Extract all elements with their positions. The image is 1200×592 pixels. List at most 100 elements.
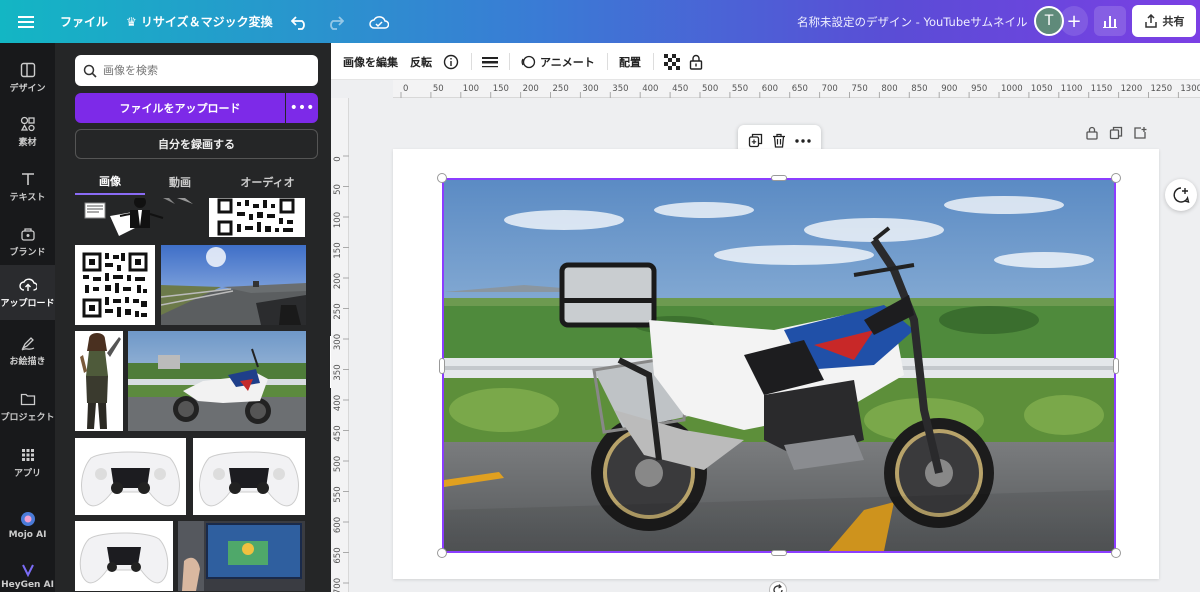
rail-label-uploads: アップロード [0, 298, 55, 309]
animate-button[interactable]: アニメート [520, 43, 595, 80]
plus-icon[interactable]: + [1060, 6, 1088, 36]
resize-handle-top[interactable] [771, 175, 787, 181]
ruler-label: 100 [463, 84, 479, 94]
transparency-icon[interactable] [664, 43, 680, 80]
ruler-label: 150 [493, 84, 509, 94]
cloud-check-icon[interactable] [369, 0, 389, 43]
canvas-area[interactable]: 0 50 100 150 200 250 300 350 400 450 500 550 600 650 7… [331, 80, 1200, 592]
ruler-label: 1200 [1121, 84, 1143, 94]
add-page-icon[interactable] [1133, 126, 1147, 140]
animate-label: アニメート [540, 55, 595, 69]
resize-handle-top-right[interactable] [1111, 173, 1121, 183]
rail-item-mojo-ai[interactable]: Mojo AI [0, 505, 55, 545]
ruler-label: 650 [333, 547, 343, 563]
ruler-label: 100 [333, 212, 343, 228]
rail-item-design[interactable]: デザイン [0, 55, 55, 101]
rotate-icon [773, 584, 783, 592]
ruler-label: 750 [852, 84, 868, 94]
search-box[interactable] [75, 55, 318, 86]
undo-icon[interactable] [291, 0, 309, 43]
rail-item-brand[interactable]: ブランド [0, 219, 55, 265]
rotate-handle[interactable] [769, 581, 787, 592]
info-icon[interactable] [443, 43, 459, 80]
copy-page-icon[interactable] [1109, 126, 1123, 140]
thumbnail-controller-1[interactable] [75, 438, 186, 515]
add-comment-button[interactable] [1165, 179, 1197, 211]
tab-images[interactable]: 画像 [75, 169, 145, 195]
resize-handle-bottom[interactable] [771, 550, 787, 556]
ruler-label: 150 [333, 242, 343, 258]
record-yourself-button[interactable]: 自分を録画する [75, 129, 318, 159]
rail-item-projects[interactable]: プロジェクト [0, 384, 55, 430]
tab-audio[interactable]: オーディオ [220, 169, 315, 195]
lock-icon[interactable] [1085, 126, 1099, 140]
flip-button[interactable]: 反転 [410, 43, 432, 80]
position-button[interactable]: 配置 [619, 43, 641, 80]
heygen-ai-icon [21, 564, 34, 577]
context-toolbar: 画像を編集 反転 アニメート 配置 [331, 43, 1200, 80]
top-bar: ファイル ♛ リサイズ＆マジック変換 名称未設定のデザイン - YouTubeサ… [0, 0, 1200, 43]
edit-image-button[interactable]: 画像を編集 [343, 43, 398, 80]
trash-icon[interactable] [772, 133, 786, 148]
rail-label-mojo-ai: Mojo AI [8, 529, 47, 540]
thumbnail-gaming-monitor[interactable] [178, 521, 305, 591]
motorcycle-photo[interactable] [442, 178, 1116, 553]
thumbnail-controller-3[interactable] [75, 521, 173, 591]
hamburger-icon[interactable] [18, 0, 34, 43]
resize-handle-top-left[interactable] [437, 173, 447, 183]
thumbnail-road-pov[interactable] [161, 245, 306, 325]
ruler-label: 700 [822, 84, 838, 94]
redo-icon[interactable] [326, 0, 344, 43]
rail-item-text[interactable]: テキスト [0, 164, 55, 210]
resize-handle-bottom-left[interactable] [437, 548, 447, 558]
thumbnail-controller-2[interactable] [193, 438, 305, 515]
share-label: 共有 [1162, 15, 1185, 28]
ruler-label: 400 [642, 84, 658, 94]
thumbnail-character[interactable] [75, 331, 123, 431]
ruler-label: 900 [941, 84, 957, 94]
resize-handle-bottom-right[interactable] [1111, 548, 1121, 558]
resize-handle-left[interactable] [439, 358, 445, 374]
ruler-label: 550 [732, 84, 748, 94]
ruler-label: 200 [333, 273, 343, 289]
upload-files-button[interactable]: ファイルをアップロード [75, 93, 285, 123]
ruler-label: 450 [333, 425, 343, 441]
more-horizontal-icon[interactable] [794, 138, 811, 143]
rail-item-elements[interactable]: 素材 [0, 109, 55, 155]
upload-more-button[interactable]: ••• [286, 93, 318, 123]
thumbnail-qr-top[interactable] [209, 198, 305, 237]
rail-item-heygen-ai[interactable]: HeyGen AI [0, 563, 55, 592]
search-icon [83, 64, 97, 78]
ruler-label: 1250 [1151, 84, 1173, 94]
ruler-label: 200 [523, 84, 539, 94]
rail-label-brand: ブランド [9, 248, 46, 258]
duplicate-icon[interactable] [748, 133, 763, 148]
border-style-icon[interactable] [482, 43, 498, 80]
lock-icon[interactable] [689, 43, 703, 80]
bar-chart-icon[interactable] [1094, 6, 1126, 36]
ruler-label: 950 [971, 84, 987, 94]
thumbnail-businessman[interactable] [75, 198, 200, 237]
thumbnail-qr-code[interactable] [75, 245, 155, 325]
rail-item-uploads[interactable]: アップロード [0, 265, 55, 320]
rail-item-draw[interactable]: お絵描き [0, 328, 55, 374]
rail-item-apps[interactable]: アプリ [0, 440, 55, 486]
ruler-label: 650 [792, 84, 808, 94]
document-title[interactable]: 名称未設定のデザイン - YouTubeサムネイル [797, 0, 1028, 43]
search-input[interactable] [103, 64, 303, 77]
tab-videos[interactable]: 動画 [150, 169, 210, 195]
ruler-label: 1050 [1031, 84, 1053, 94]
brand-icon [20, 228, 35, 241]
text-icon [21, 173, 34, 185]
ruler-label: 850 [911, 84, 927, 94]
resize-magic-button[interactable]: ♛ リサイズ＆マジック変換 [126, 0, 273, 43]
vertical-ruler: 0 50 100 150 200 250 300 350 400 450 500 550 600 650 7… [331, 98, 349, 592]
ruler-label: 0 [333, 156, 343, 161]
image-grid [75, 198, 315, 592]
ruler-label: 250 [553, 84, 569, 94]
resize-handle-right[interactable] [1113, 358, 1119, 374]
share-button[interactable]: 共有 [1132, 5, 1196, 37]
shapes-icon [20, 116, 35, 132]
file-menu[interactable]: ファイル [60, 0, 108, 43]
thumbnail-motorcycle-small[interactable] [128, 331, 306, 431]
